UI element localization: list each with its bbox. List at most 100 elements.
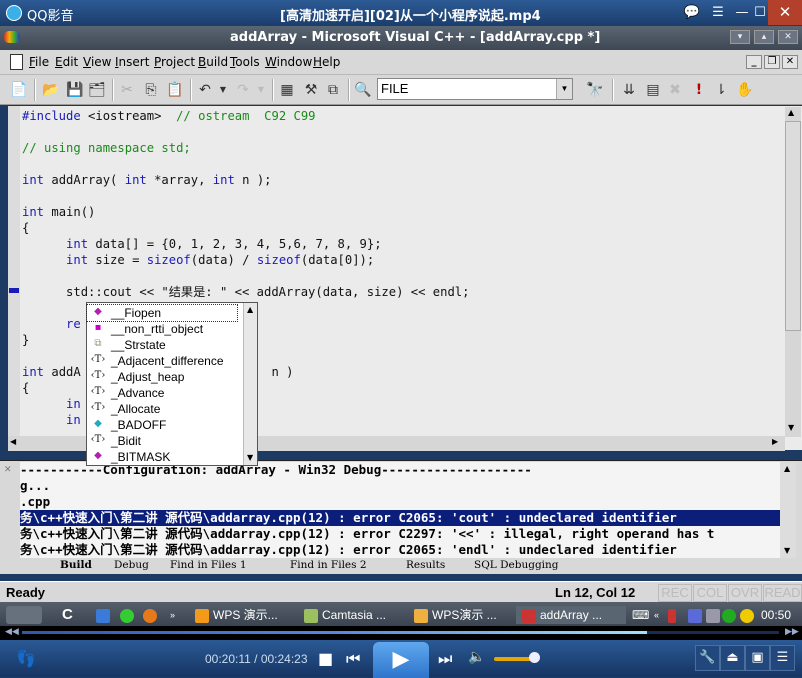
scrollbar-thumb[interactable] bbox=[785, 121, 801, 331]
tab-build[interactable]: Build bbox=[60, 558, 92, 572]
go-icon[interactable]: ⇂ bbox=[712, 81, 730, 99]
output-line[interactable]: 务\c++快速入门\第二讲 源代码\addarray.cpp(12) : err… bbox=[20, 542, 780, 558]
autocomplete-item[interactable]: ‹T› _Adjacent_difference bbox=[87, 353, 237, 369]
autocomplete-item[interactable]: ‹T› _Bidit bbox=[87, 433, 237, 449]
tab-debug[interactable]: Debug bbox=[114, 558, 149, 572]
workspace-icon[interactable]: ▦ bbox=[278, 81, 296, 99]
volume-slider[interactable] bbox=[494, 657, 534, 661]
seek-bar[interactable]: ◀◀ ▶▶ bbox=[0, 626, 802, 640]
menu-insert[interactable]: Insert bbox=[115, 55, 149, 69]
menu-window[interactable]: Window bbox=[265, 55, 312, 69]
stop-build-icon[interactable]: ✖ bbox=[666, 81, 684, 99]
copy-icon[interactable]: ⎘ bbox=[142, 81, 160, 99]
keyboard-icon[interactable]: ⌨ bbox=[632, 606, 649, 624]
autocomplete-scrollbar[interactable]: ▲ ▼ bbox=[243, 303, 257, 465]
tab-find-in-files-2[interactable]: Find in Files 2 bbox=[290, 558, 367, 572]
close-button[interactable]: ✕ bbox=[768, 0, 802, 25]
autocomplete-item[interactable]: ⧉ __Strstate bbox=[87, 337, 237, 353]
find-in-files-icon[interactable]: 🔍 bbox=[354, 81, 372, 99]
eject-icon[interactable]: ⏏ bbox=[720, 645, 745, 671]
output-line[interactable]: 务\c++快速入门\第二讲 源代码\addarray.cpp(12) : err… bbox=[20, 510, 780, 526]
scroll-up-icon[interactable]: ▲ bbox=[784, 464, 790, 473]
new-text-file-icon[interactable]: 📄 bbox=[10, 81, 28, 99]
build-output[interactable]: -----------Configuration: addArray - Win… bbox=[20, 462, 780, 558]
scroll-up-icon[interactable]: ▲ bbox=[247, 305, 253, 314]
tab-find-in-files-1[interactable]: Find in Files 1 bbox=[170, 558, 247, 572]
vc-restore-button[interactable]: ▴ bbox=[754, 30, 774, 44]
fast-forward-icon[interactable]: ▶▶ bbox=[785, 627, 799, 637]
redo-dropdown-icon[interactable]: ▼ bbox=[252, 81, 270, 99]
menu-edit[interactable]: Edit bbox=[55, 55, 78, 69]
firefox-icon[interactable] bbox=[143, 606, 161, 624]
start-button[interactable] bbox=[6, 606, 42, 624]
next-button[interactable]: ⏭ bbox=[438, 649, 452, 669]
footprint-icon[interactable]: 👣 bbox=[16, 649, 36, 668]
undo-icon[interactable]: ↶ bbox=[196, 81, 214, 99]
taskbar-item[interactable]: WPS 演示... bbox=[195, 606, 295, 624]
breakpoint-hand-icon[interactable]: ✋ bbox=[736, 81, 754, 99]
build-icon[interactable]: ▤ bbox=[644, 81, 662, 99]
rewind-icon[interactable]: ◀◀ bbox=[5, 627, 19, 637]
tray-expand-icon[interactable]: « bbox=[654, 606, 659, 624]
paste-icon[interactable]: 📋 bbox=[166, 81, 184, 99]
menu-project[interactable]: Project bbox=[154, 55, 195, 69]
tab-sql-debugging[interactable]: SQL Debugging bbox=[474, 558, 559, 572]
color-adjust-icon[interactable]: ▣ bbox=[745, 645, 770, 671]
tray-green-icon[interactable] bbox=[722, 606, 740, 624]
menu-tools[interactable]: Tools bbox=[230, 55, 260, 69]
seek-track[interactable] bbox=[22, 631, 779, 634]
scroll-right-icon[interactable]: ▶ bbox=[772, 437, 778, 446]
open-folder-icon[interactable]: 📂 bbox=[42, 81, 60, 99]
tray-plus-icon[interactable] bbox=[740, 606, 758, 624]
network-icon[interactable] bbox=[688, 606, 706, 624]
taskbar-item[interactable]: WPS演示 ... bbox=[414, 606, 514, 624]
autocomplete-item[interactable]: ‹T› _Advance bbox=[87, 385, 237, 401]
mdi-close-button[interactable]: ✕ bbox=[782, 55, 798, 69]
stop-button[interactable]: ■ bbox=[318, 649, 333, 668]
output-window-icon[interactable]: ⚒ bbox=[302, 81, 320, 99]
save-all-icon[interactable]: 🗂 bbox=[88, 81, 106, 99]
playlist-list-icon[interactable]: ☰ bbox=[770, 645, 795, 671]
autocomplete-list[interactable]: ◆ __Fiopen ▪ __non_rtti_object ⧉ __Strstate ‹T… bbox=[86, 302, 258, 466]
autocomplete-item[interactable]: ‹T› _Adjust_heap bbox=[87, 369, 237, 385]
previous-button[interactable]: ⏮ bbox=[346, 649, 360, 669]
menu-build[interactable]: Build bbox=[198, 55, 228, 69]
tab-results[interactable]: Results bbox=[406, 558, 445, 572]
scroll-left-icon[interactable]: ◀ bbox=[10, 437, 16, 446]
refresh-icon[interactable]: C bbox=[62, 606, 73, 624]
taskbar-item[interactable]: Camtasia ... bbox=[304, 606, 404, 624]
menu-file[interactable]: File bbox=[29, 55, 49, 69]
autocomplete-item[interactable]: ◆ _BADOFF bbox=[87, 417, 237, 433]
chat-app-icon[interactable] bbox=[120, 606, 138, 624]
settings-wrench-icon[interactable]: 🔧 bbox=[695, 645, 720, 671]
find-combobox[interactable]: FILE ▼ bbox=[377, 78, 573, 100]
output-line[interactable]: .cpp bbox=[20, 494, 780, 510]
save-icon[interactable]: 💾 bbox=[66, 81, 84, 99]
volume-icon[interactable]: 🔈 bbox=[468, 649, 485, 665]
window-list-icon[interactable]: ⧉ bbox=[324, 81, 342, 99]
volume-knob[interactable] bbox=[529, 652, 541, 663]
ie-icon[interactable] bbox=[96, 606, 114, 624]
mdi-restore-button[interactable]: ❐ bbox=[764, 55, 780, 69]
redo-icon[interactable]: ↷ bbox=[234, 81, 252, 99]
cut-icon[interactable]: ✂ bbox=[118, 81, 136, 99]
vc-minimize-button[interactable]: ▾ bbox=[730, 30, 750, 44]
menu-view[interactable]: View bbox=[83, 55, 111, 69]
output-line[interactable]: 务\c++快速入门\第二讲 源代码\addarray.cpp(12) : err… bbox=[20, 526, 780, 542]
execute-icon[interactable]: ! bbox=[690, 81, 708, 99]
more-icon[interactable]: » bbox=[170, 606, 175, 624]
output-vertical-scrollbar[interactable]: ▲ ▼ bbox=[780, 462, 796, 558]
playlist-icon[interactable]: ☰ bbox=[706, 2, 730, 24]
autocomplete-item[interactable]: ▪ __non_rtti_object bbox=[87, 321, 237, 337]
taskbar-item[interactable]: addArray ... bbox=[516, 606, 626, 624]
menu-help[interactable]: Help bbox=[313, 55, 340, 69]
output-close-icon[interactable]: ✕ bbox=[4, 465, 12, 475]
tray-mic-icon[interactable] bbox=[668, 606, 680, 624]
chat-icon[interactable]: 💬 bbox=[680, 2, 704, 24]
mdi-minimize-button[interactable]: _ bbox=[746, 55, 762, 69]
scroll-down-icon[interactable]: ▼ bbox=[247, 453, 253, 462]
output-line[interactable]: g... bbox=[20, 478, 780, 494]
autocomplete-item[interactable]: ‹T› _Allocate bbox=[87, 401, 237, 417]
scroll-down-icon[interactable]: ▼ bbox=[784, 546, 790, 555]
chevron-down-icon[interactable]: ▼ bbox=[556, 79, 572, 99]
